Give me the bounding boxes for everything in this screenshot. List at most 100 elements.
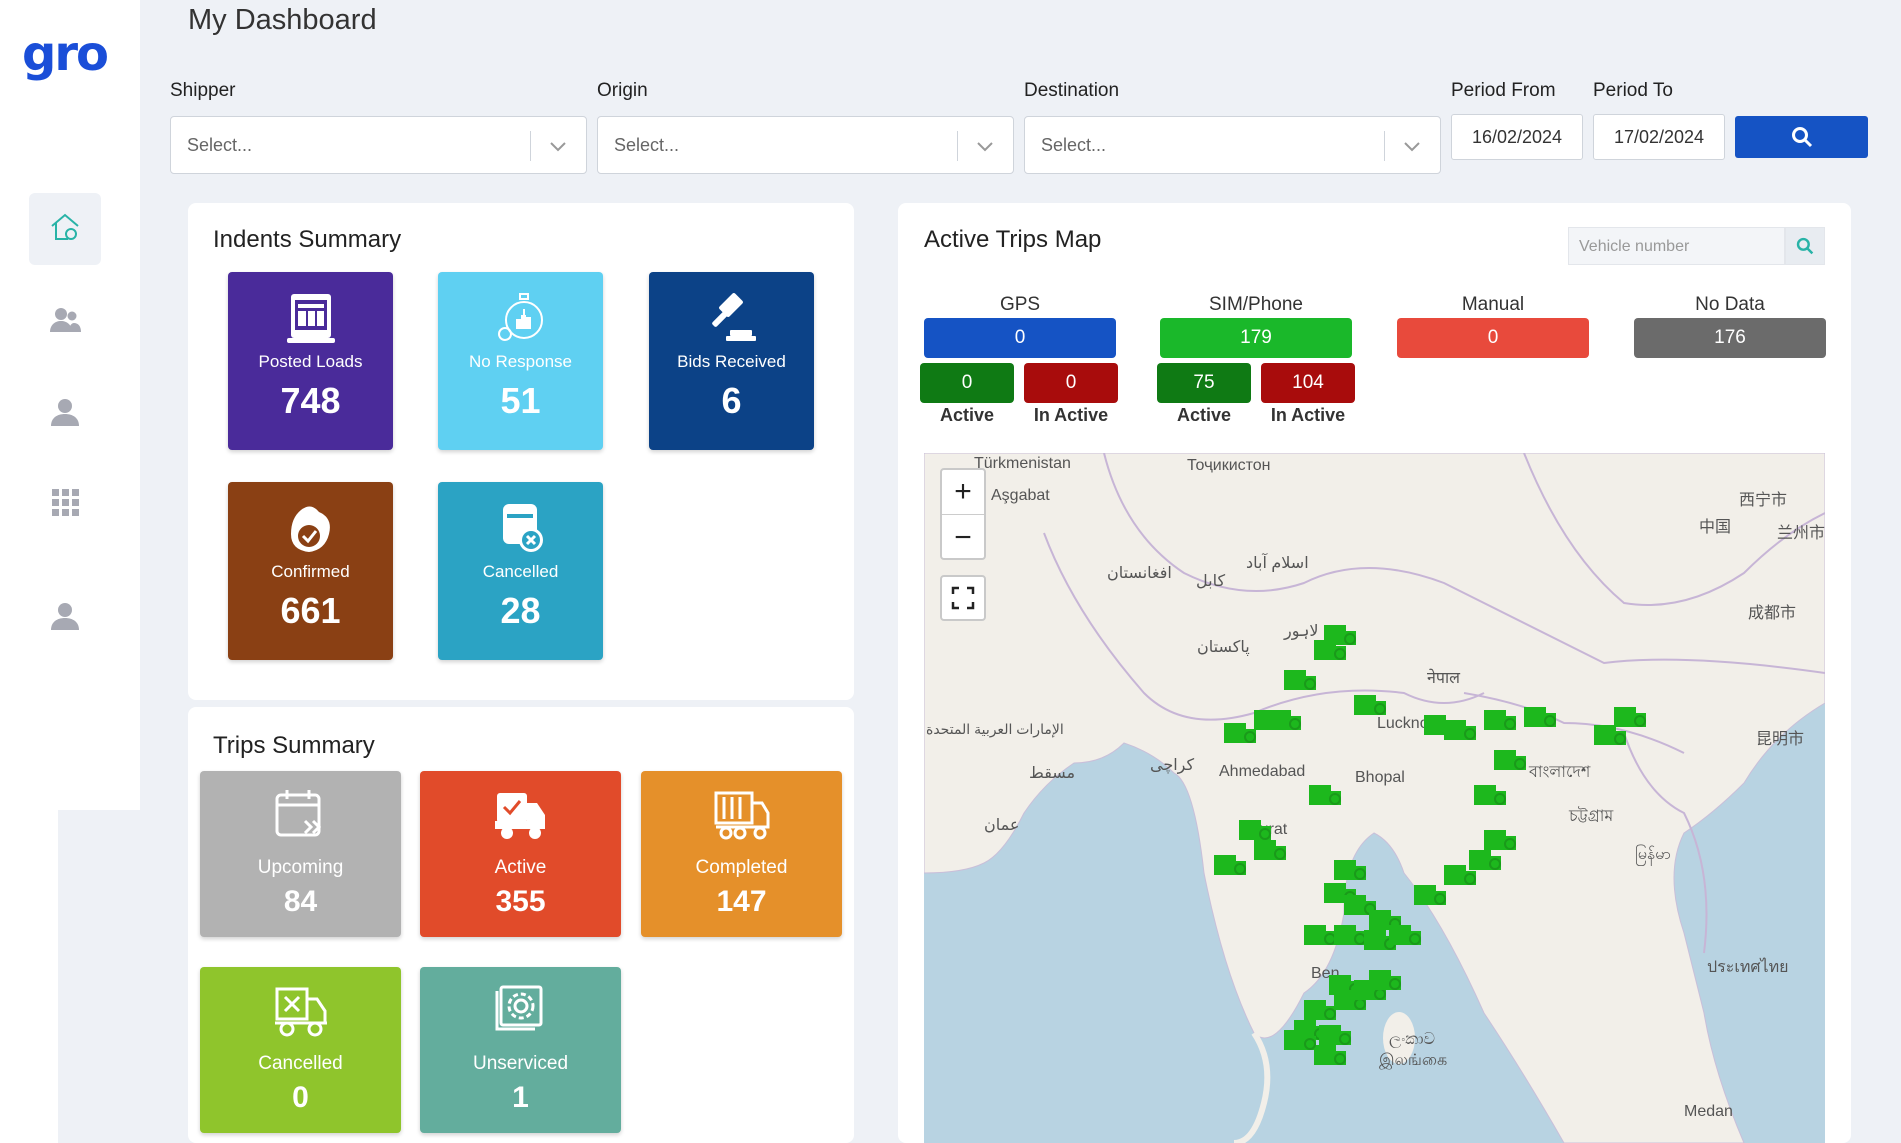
truck-marker-icon[interactable]: [1309, 783, 1343, 809]
unserviced-tile[interactable]: Unserviced 1: [420, 967, 621, 1133]
cancelled-document-icon: [502, 504, 543, 552]
trips-summary-title: Trips Summary: [213, 732, 375, 759]
tile-label: Unserviced: [472, 1053, 569, 1074]
tile-label: Upcoming: [257, 857, 344, 878]
truck-marker-icon[interactable]: [1594, 723, 1628, 749]
manual-total[interactable]: 0: [1397, 318, 1589, 358]
indents-cancelled-tile[interactable]: Cancelled 28: [438, 482, 603, 660]
completed-tile[interactable]: Completed 147: [641, 771, 842, 937]
page-title: My Dashboard: [188, 4, 377, 36]
trips-map[interactable]: Türkmenistan Aşgabat Тоҷикистон 西宁市 中国 兰…: [924, 453, 1825, 1143]
zoom-out-button[interactable]: −: [942, 515, 984, 560]
truck-marker-icon[interactable]: [1254, 838, 1288, 864]
sidebar-item-home[interactable]: [29, 193, 101, 265]
upcoming-tile[interactable]: Upcoming 84: [200, 771, 401, 937]
map-label: Türkmenistan: [974, 455, 1071, 472]
nodata-total[interactable]: 176: [1634, 318, 1826, 358]
posted-loads-tile[interactable]: Posted Loads 748: [228, 272, 393, 450]
origin-placeholder: Select...: [614, 135, 680, 155]
truck-marker-icon[interactable]: [1369, 968, 1403, 994]
map-label: ලංකාව: [1389, 1031, 1436, 1048]
truck-marker-icon[interactable]: [1224, 721, 1258, 747]
period-to-input[interactable]: 17/02/2024: [1593, 114, 1725, 160]
users-icon: [48, 303, 82, 342]
truck-marker-icon[interactable]: [1284, 1028, 1318, 1054]
no-response-tile[interactable]: No Response 51: [438, 272, 603, 450]
chevron-down-icon[interactable]: [548, 136, 568, 156]
gps-label: GPS: [999, 294, 1041, 315]
truck-marker-icon[interactable]: [1269, 708, 1303, 734]
sim-inactive-label: In Active: [1270, 405, 1346, 425]
chevron-down-icon[interactable]: [1402, 136, 1422, 156]
sim-active[interactable]: 75: [1157, 363, 1251, 403]
chevron-down-icon[interactable]: [975, 136, 995, 156]
vehicle-search-button[interactable]: [1785, 227, 1825, 265]
truck-marker-icon[interactable]: [1474, 783, 1508, 809]
map-label: 昆明市: [1756, 731, 1805, 748]
truck-marker-icon[interactable]: [1284, 668, 1318, 694]
period-from-input[interactable]: 16/02/2024: [1451, 114, 1583, 160]
shipper-select[interactable]: Select...: [170, 116, 587, 174]
active-trips-tile[interactable]: Active 355: [420, 771, 621, 937]
divider: [957, 131, 958, 161]
sidebar-item-users[interactable]: [29, 286, 101, 358]
truck-marker-icon[interactable]: [1484, 708, 1518, 734]
divider: [530, 131, 531, 161]
tile-value: 51: [500, 380, 541, 421]
sim-inactive[interactable]: 104: [1261, 363, 1355, 403]
map-label: کابل: [1196, 573, 1226, 590]
tile-value: 6: [721, 380, 742, 421]
map-label: ประเทศไทย: [1707, 959, 1789, 976]
sidebar-item-apps[interactable]: [29, 468, 101, 540]
map-label: Ahmedabad: [1219, 763, 1306, 780]
truck-marker-icon[interactable]: [1314, 1043, 1348, 1069]
gps-total[interactable]: 0: [924, 318, 1116, 358]
tile-value: 661: [280, 590, 341, 631]
vehicle-number-input[interactable]: Vehicle number: [1568, 227, 1785, 265]
gps-inactive[interactable]: 0: [1024, 363, 1118, 403]
tile-value: 147: [716, 885, 767, 918]
truck-marker-icon[interactable]: [1389, 923, 1423, 949]
confirmed-tile[interactable]: Confirmed 661: [228, 482, 393, 660]
tile-label: Confirmed: [271, 562, 350, 581]
truck-marker-icon[interactable]: [1444, 863, 1478, 889]
gps-active[interactable]: 0: [920, 363, 1014, 403]
search-icon: [1791, 127, 1812, 148]
app-logo: gro: [22, 26, 109, 82]
truck-marker-icon[interactable]: [1304, 923, 1338, 949]
trips-cancelled-tile[interactable]: Cancelled 0: [200, 967, 401, 1133]
tile-label: Cancelled: [258, 1053, 343, 1074]
truck-marker-icon[interactable]: [1214, 853, 1248, 879]
tile-value: 355: [495, 885, 546, 918]
tile-label: Cancelled: [482, 562, 559, 581]
indents-summary-panel: Indents Summary Posted Loads 748 No Resp…: [188, 203, 854, 700]
map-label: 中国: [1699, 519, 1732, 536]
bids-received-tile[interactable]: Bids Received 6: [649, 272, 814, 450]
truck-marker-icon[interactable]: [1324, 623, 1358, 649]
tile-value: 1: [512, 1081, 529, 1114]
sidebar: gro: [0, 0, 140, 810]
truck-marker-icon[interactable]: [1354, 693, 1388, 719]
sim-active-label: Active: [1176, 405, 1232, 425]
fullscreen-button[interactable]: [940, 575, 986, 621]
calendar-forward-icon: [275, 790, 321, 837]
sidebar-item-profile[interactable]: [29, 582, 101, 654]
active-truck-icon: [494, 793, 545, 839]
map-label: Medan: [1684, 1103, 1733, 1120]
sidebar-item-user[interactable]: [29, 378, 101, 450]
truck-marker-icon[interactable]: [1524, 705, 1558, 731]
map-label: مسقط: [1029, 765, 1076, 782]
nodata-label: No Data: [1695, 294, 1765, 315]
truck-marker-icon[interactable]: [1334, 923, 1368, 949]
destination-select[interactable]: Select...: [1024, 116, 1441, 174]
zoom-in-button[interactable]: +: [942, 470, 984, 515]
map-label: Aşgabat: [991, 487, 1050, 504]
sim-total[interactable]: 179: [1160, 318, 1352, 358]
truck-marker-icon[interactable]: [1414, 883, 1448, 909]
truck-marker-icon[interactable]: [1494, 748, 1528, 774]
map-label: 兰州市: [1777, 525, 1825, 542]
search-button[interactable]: [1735, 116, 1868, 158]
origin-select[interactable]: Select...: [597, 116, 1014, 174]
truck-marker-icon[interactable]: [1444, 718, 1478, 744]
user-icon: [48, 395, 82, 434]
